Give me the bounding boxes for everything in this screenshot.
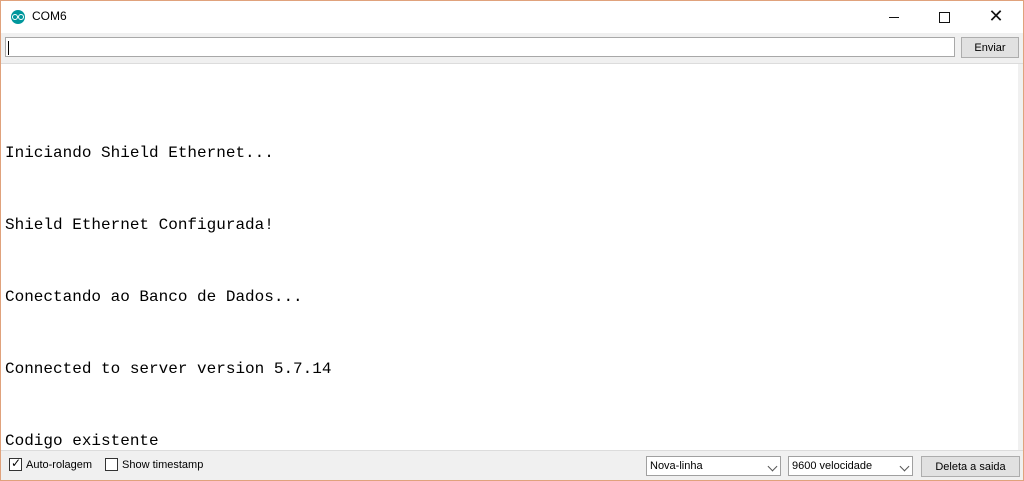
- log-line: Iniciando Shield Ethernet...: [5, 144, 274, 162]
- close-icon: ✕: [988, 6, 1004, 27]
- log-line: Connected to server version 5.7.14: [5, 360, 332, 378]
- log-line: Codigo existente: [5, 432, 159, 450]
- baud-rate-select[interactable]: 9600 velocidade: [788, 456, 913, 476]
- arduino-icon: [11, 10, 25, 24]
- send-button[interactable]: Enviar: [961, 37, 1019, 58]
- timestamp-label: Show timestamp: [122, 459, 204, 471]
- checkmark-icon: ✓: [11, 456, 22, 470]
- minimize-button[interactable]: [871, 1, 917, 33]
- serial-output[interactable]: Iniciando Shield Ethernet... Shield Ethe…: [1, 64, 1023, 451]
- line-ending-value: Nova-linha: [650, 460, 703, 472]
- log-line: Shield Ethernet Configurada!: [5, 216, 274, 234]
- maximize-button[interactable]: [921, 1, 967, 33]
- line-ending-select[interactable]: Nova-linha: [646, 456, 781, 476]
- text-caret: [8, 41, 9, 55]
- serial-monitor-window: COM6 ✕ Enviar Iniciando Shield Ethernet.…: [0, 0, 1024, 481]
- chevron-down-icon: [899, 461, 910, 472]
- clear-output-button[interactable]: Deleta a saida: [921, 456, 1020, 477]
- send-input[interactable]: [5, 37, 955, 57]
- minimize-icon: [889, 16, 899, 18]
- serial-log: Iniciando Shield Ethernet... Shield Ethe…: [5, 93, 332, 480]
- autoscroll-label: Auto-rolagem: [26, 459, 93, 471]
- chevron-down-icon: [767, 461, 778, 472]
- close-button[interactable]: ✕: [973, 1, 1019, 33]
- bottom-bar: ✓ Auto-rolagem Show timestamp Nova-linha…: [1, 451, 1023, 480]
- timestamp-checkbox[interactable]: [105, 458, 118, 471]
- baud-rate-value: 9600 velocidade: [792, 460, 873, 472]
- send-row: Enviar: [1, 33, 1023, 64]
- maximize-icon: [938, 11, 950, 23]
- window-title: COM6: [32, 9, 67, 23]
- log-line: Conectando ao Banco de Dados...: [5, 288, 303, 306]
- title-bar[interactable]: COM6 ✕: [1, 1, 1023, 33]
- autoscroll-checkbox[interactable]: ✓: [9, 456, 22, 471]
- vertical-scrollbar[interactable]: [1018, 64, 1023, 450]
